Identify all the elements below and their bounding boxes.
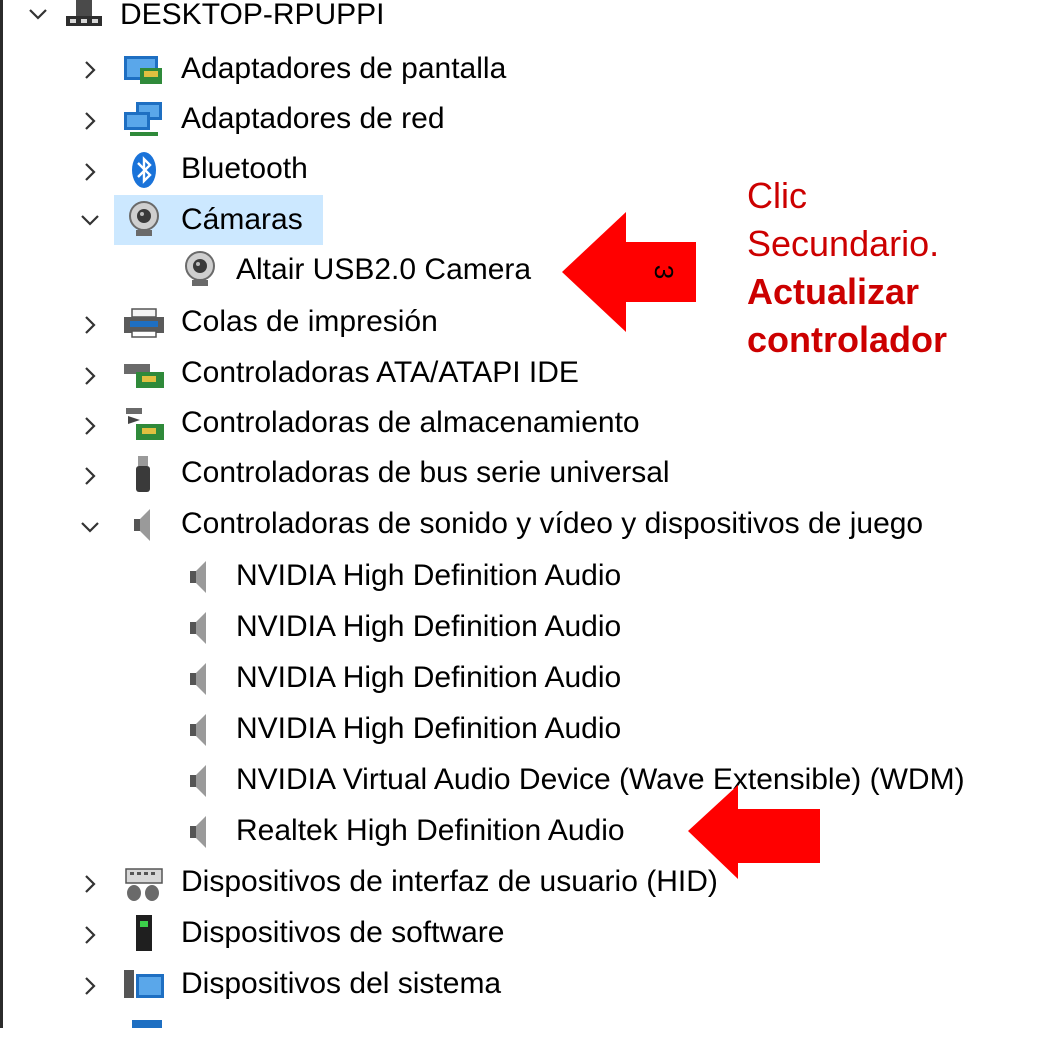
partial-row-icon [132, 1020, 162, 1028]
speaker-icon [178, 659, 222, 699]
speaker-icon [178, 608, 222, 648]
computer-icon [62, 0, 106, 34]
chevron-right-icon[interactable] [78, 160, 102, 184]
tree-item-label[interactable]: Controladoras de bus serie universal [181, 448, 670, 498]
tree-item-label[interactable]: Cámaras [181, 195, 303, 245]
chevron-down-icon[interactable] [78, 515, 102, 539]
chevron-right-icon[interactable] [78, 872, 102, 896]
device-label[interactable]: NVIDIA High Definition Audio [236, 653, 621, 703]
chevron-right-icon[interactable] [78, 414, 102, 438]
speaker-icon [178, 557, 222, 597]
software-device-icon [122, 913, 166, 953]
tree-item-label[interactable]: Dispositivos del sistema [181, 959, 501, 1009]
chevron-right-icon[interactable] [78, 313, 102, 337]
tree-item-label[interactable]: Controladoras de sonido y vídeo y dispos… [181, 499, 923, 549]
step-number: 3 [649, 265, 679, 279]
system-device-icon [122, 964, 166, 1004]
tree-item-label[interactable]: Adaptadores de pantalla [181, 44, 506, 94]
instruction-annotation: Clic Secundario. Actualizar controlador [747, 172, 947, 364]
network-adapter-icon [122, 100, 166, 140]
annotation-line: Clic [747, 175, 807, 216]
device-tree[interactable]: DESKTOP-RPUPPI Adaptadores de pantalla A… [0, 0, 1051, 1028]
bottom-edge [0, 1028, 1051, 1038]
ide-controller-icon [122, 354, 166, 394]
speaker-icon [122, 505, 166, 545]
tree-item-label[interactable]: Controladoras ATA/ATAPI IDE [181, 348, 579, 398]
tree-item-label[interactable]: Colas de impresión [181, 297, 438, 347]
tree-root-label[interactable]: DESKTOP-RPUPPI [120, 0, 385, 40]
chevron-right-icon[interactable] [78, 923, 102, 947]
annotation-line-bold: controlador [747, 319, 948, 360]
tree-item-label[interactable]: Dispositivos de software [181, 908, 504, 958]
chevron-down-icon[interactable] [26, 2, 50, 26]
display-adapter-icon [122, 50, 166, 90]
printer-icon [122, 303, 166, 343]
annotation-line-bold: Actualizar [747, 271, 920, 312]
webcam-icon [178, 250, 222, 290]
device-label[interactable]: NVIDIA High Definition Audio [236, 704, 621, 754]
annotation-line: Secundario. [747, 223, 940, 264]
chevron-right-icon[interactable] [78, 58, 102, 82]
device-label[interactable]: NVIDIA High Definition Audio [236, 602, 621, 652]
chevron-down-icon[interactable] [78, 208, 102, 232]
chevron-right-icon[interactable] [78, 364, 102, 388]
speaker-icon [178, 761, 222, 801]
tree-item-label[interactable]: Adaptadores de red [181, 94, 445, 144]
hid-icon [122, 863, 166, 903]
chevron-right-icon[interactable] [78, 464, 102, 488]
tree-item-label[interactable]: Bluetooth [181, 144, 308, 194]
chevron-right-icon[interactable] [78, 974, 102, 998]
camera-icon [122, 200, 166, 240]
device-label[interactable]: Realtek High Definition Audio [236, 806, 625, 856]
red-arrow-camera: 3 [562, 212, 696, 332]
chevron-right-icon[interactable] [78, 109, 102, 133]
red-arrow-realtek [688, 785, 820, 879]
tree-item-label[interactable]: Controladoras de almacenamiento [181, 398, 640, 448]
bluetooth-icon [122, 150, 166, 190]
speaker-icon [178, 812, 222, 852]
speaker-icon [178, 710, 222, 750]
storage-controller-icon [122, 404, 166, 444]
device-label[interactable]: NVIDIA High Definition Audio [236, 551, 621, 601]
device-label[interactable]: NVIDIA Virtual Audio Device (Wave Extens… [236, 755, 965, 805]
tree-item-label[interactable]: Dispositivos de interfaz de usuario (HID… [181, 857, 718, 907]
usb-icon [122, 454, 166, 494]
device-label[interactable]: Altair USB2.0 Camera [236, 245, 531, 295]
